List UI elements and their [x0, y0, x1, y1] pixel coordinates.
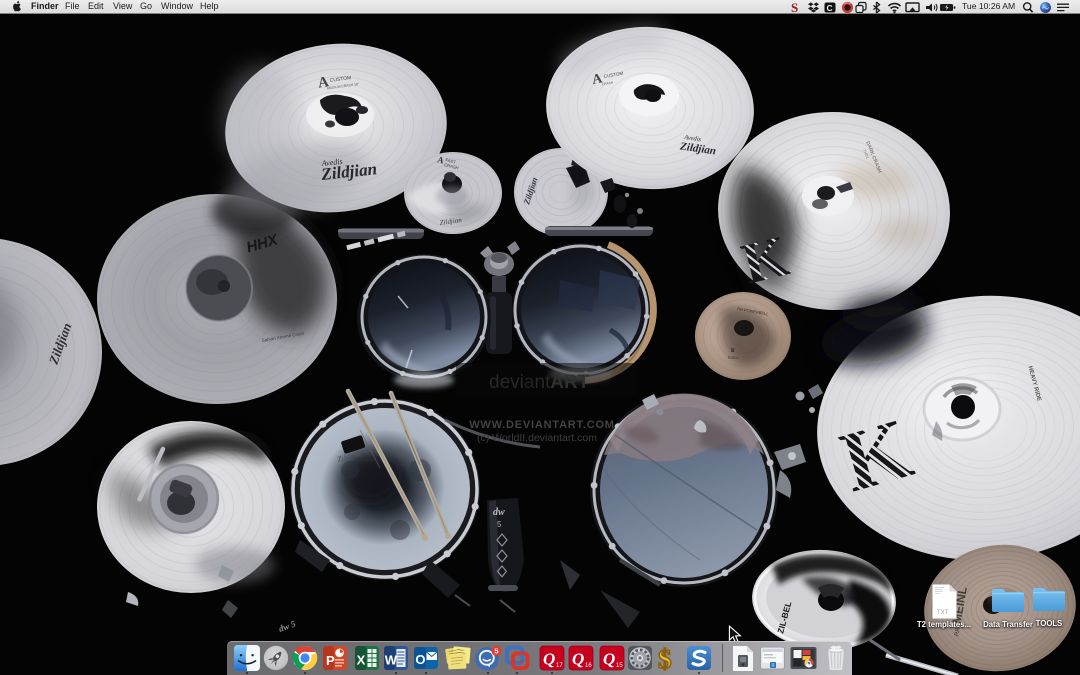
svg-text:O: O: [415, 652, 425, 667]
svg-text:S: S: [791, 1, 798, 14]
svg-text:5: 5: [494, 647, 498, 656]
svg-text:X: X: [357, 653, 366, 668]
svg-text:$: $: [658, 645, 672, 671]
svg-text:W: W: [385, 653, 398, 668]
svg-text:16: 16: [585, 663, 592, 669]
svg-text:15: 15: [616, 663, 623, 669]
svg-text:17: 17: [556, 663, 563, 669]
svg-text:Q: Q: [543, 650, 555, 669]
svg-text:Q: Q: [603, 650, 615, 669]
svg-text:Q: Q: [572, 650, 584, 669]
svg-text:P: P: [326, 653, 335, 668]
svg-text:C: C: [827, 2, 833, 12]
